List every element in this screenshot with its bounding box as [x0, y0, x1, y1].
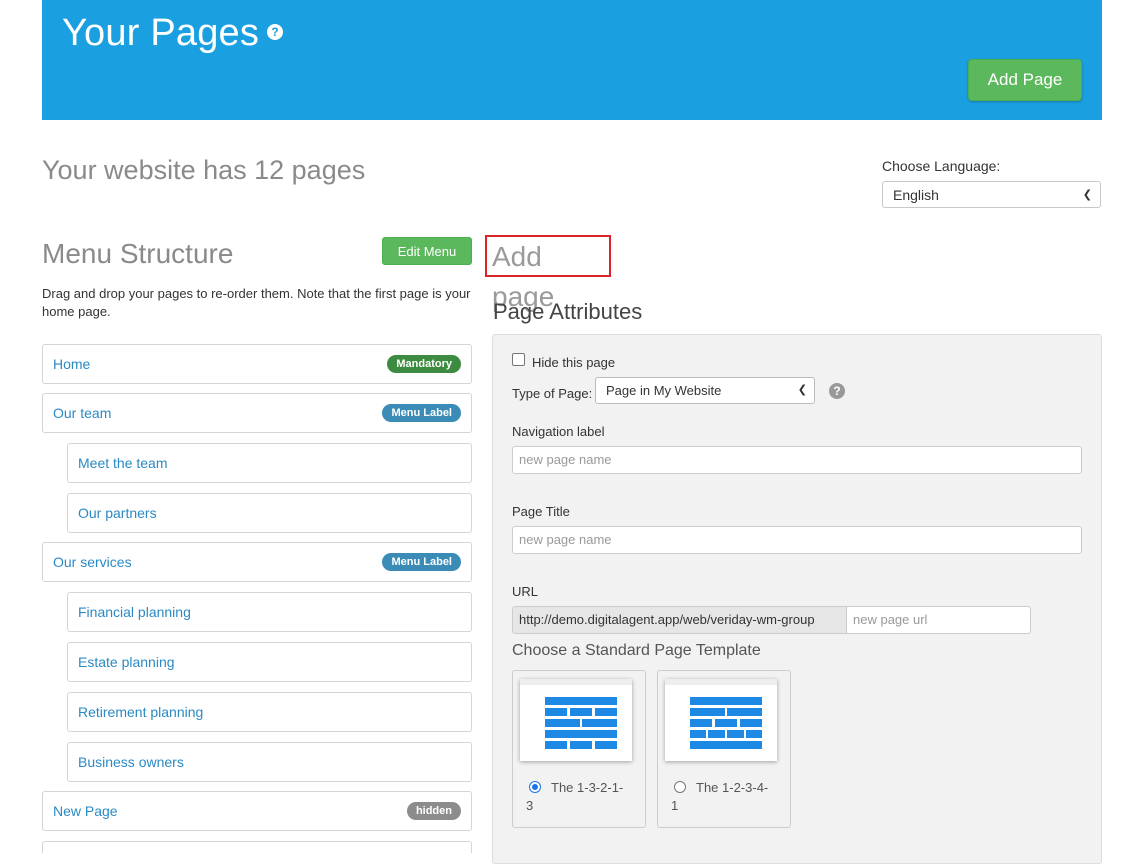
page-title-input[interactable]: new page name	[512, 526, 1082, 554]
menu-item-label: New Page	[53, 803, 118, 819]
menu-item-estate-planning[interactable]: Estate planning	[67, 642, 472, 682]
page-title-text: Your Pages	[62, 12, 260, 54]
menu-item-our-partners[interactable]: Our partners	[67, 493, 472, 533]
question-circle-icon[interactable]: ?	[267, 24, 284, 40]
menu-structure-title: Menu Structure	[42, 238, 234, 269]
template-heading: Choose a Standard Page Template	[512, 642, 761, 659]
template-card-1[interactable]: The 1-3-2-1- 3	[512, 670, 646, 828]
navigation-label-input[interactable]: new page name	[512, 446, 1082, 474]
edit-menu-button[interactable]: Edit Menu	[382, 237, 472, 265]
menu-label-badge: Menu Label	[382, 553, 461, 571]
page-title: Your Pages?	[62, 12, 284, 55]
template-1-radio[interactable]	[529, 781, 541, 793]
chevron-down-icon: ❮	[1082, 189, 1092, 201]
template-2-label: The 1-2-3-4-	[696, 780, 769, 795]
hidden-badge: hidden	[406, 802, 461, 820]
menu-item-retirement-planning[interactable]: Retirement planning	[67, 692, 472, 732]
url-input[interactable]: new page url	[846, 606, 1031, 634]
menu-item-label: Business owners	[78, 754, 184, 770]
menu-item-partial[interactable]	[42, 841, 472, 853]
question-circle-icon[interactable]: ?	[829, 383, 845, 399]
type-of-page-select[interactable]: Page in My Website ❮	[595, 377, 815, 404]
page-title-label: Page Title	[512, 504, 570, 519]
page-count-heading: Your website has 12 pages	[42, 155, 366, 185]
add-page-button[interactable]: Add Page	[968, 59, 1082, 101]
menu-item-label: Meet the team	[78, 455, 168, 471]
navigation-label-label: Navigation label	[512, 424, 605, 439]
type-of-page-value: Page in My Website	[606, 383, 722, 398]
menu-item-our-services[interactable]: Our services Menu Label	[42, 542, 472, 582]
template-2-radio[interactable]	[674, 781, 686, 793]
menu-item-label: Our partners	[78, 505, 157, 521]
menu-item-label: Our team	[53, 405, 112, 421]
template-card-2[interactable]: The 1-2-3-4- 1	[657, 670, 791, 828]
menu-item-label: Financial planning	[78, 604, 191, 620]
template-1-label-cont: 3	[526, 798, 534, 813]
menu-item-label: Our services	[53, 554, 132, 570]
template-1-label: The 1-3-2-1-	[551, 780, 624, 795]
language-select[interactable]: English ❮	[882, 181, 1101, 208]
url-prefix: http://demo.digitalagent.app/web/veriday…	[512, 606, 847, 634]
menu-item-label: Home	[53, 356, 91, 372]
menu-item-new-page[interactable]: New Page hidden	[42, 791, 472, 831]
menu-description: Drag and drop your pages to re-order the…	[42, 286, 471, 319]
page-attributes-heading: Page Attributes	[493, 299, 643, 324]
menu-item-label: Retirement planning	[78, 704, 204, 720]
add-page-heading: Add page	[485, 235, 611, 312]
template-thumbnail-icon	[520, 679, 632, 761]
template-thumbnail-icon	[665, 679, 777, 761]
template-2-label-cont: 1	[671, 798, 679, 813]
url-label: URL	[512, 584, 539, 599]
type-of-page-label: Type of Page:	[512, 386, 593, 401]
menu-item-label: Estate planning	[78, 654, 175, 670]
mandatory-badge: Mandatory	[387, 355, 461, 373]
menu-item-home[interactable]: Home Mandatory	[42, 344, 472, 384]
hide-page-label: Hide this page	[532, 355, 616, 370]
language-selected-value: English	[893, 187, 939, 203]
menu-item-financial-planning[interactable]: Financial planning	[67, 592, 472, 632]
page-header: Your Pages? Add Page	[42, 0, 1102, 120]
menu-item-meet-the-team[interactable]: Meet the team	[67, 443, 472, 483]
chevron-down-icon: ❮	[797, 384, 807, 396]
hide-page-checkbox[interactable]	[512, 353, 525, 366]
menu-item-our-team[interactable]: Our team Menu Label	[42, 393, 472, 433]
menu-label-badge: Menu Label	[382, 404, 461, 422]
menu-item-business-owners[interactable]: Business owners	[67, 742, 472, 782]
language-label: Choose Language:	[882, 158, 1001, 174]
